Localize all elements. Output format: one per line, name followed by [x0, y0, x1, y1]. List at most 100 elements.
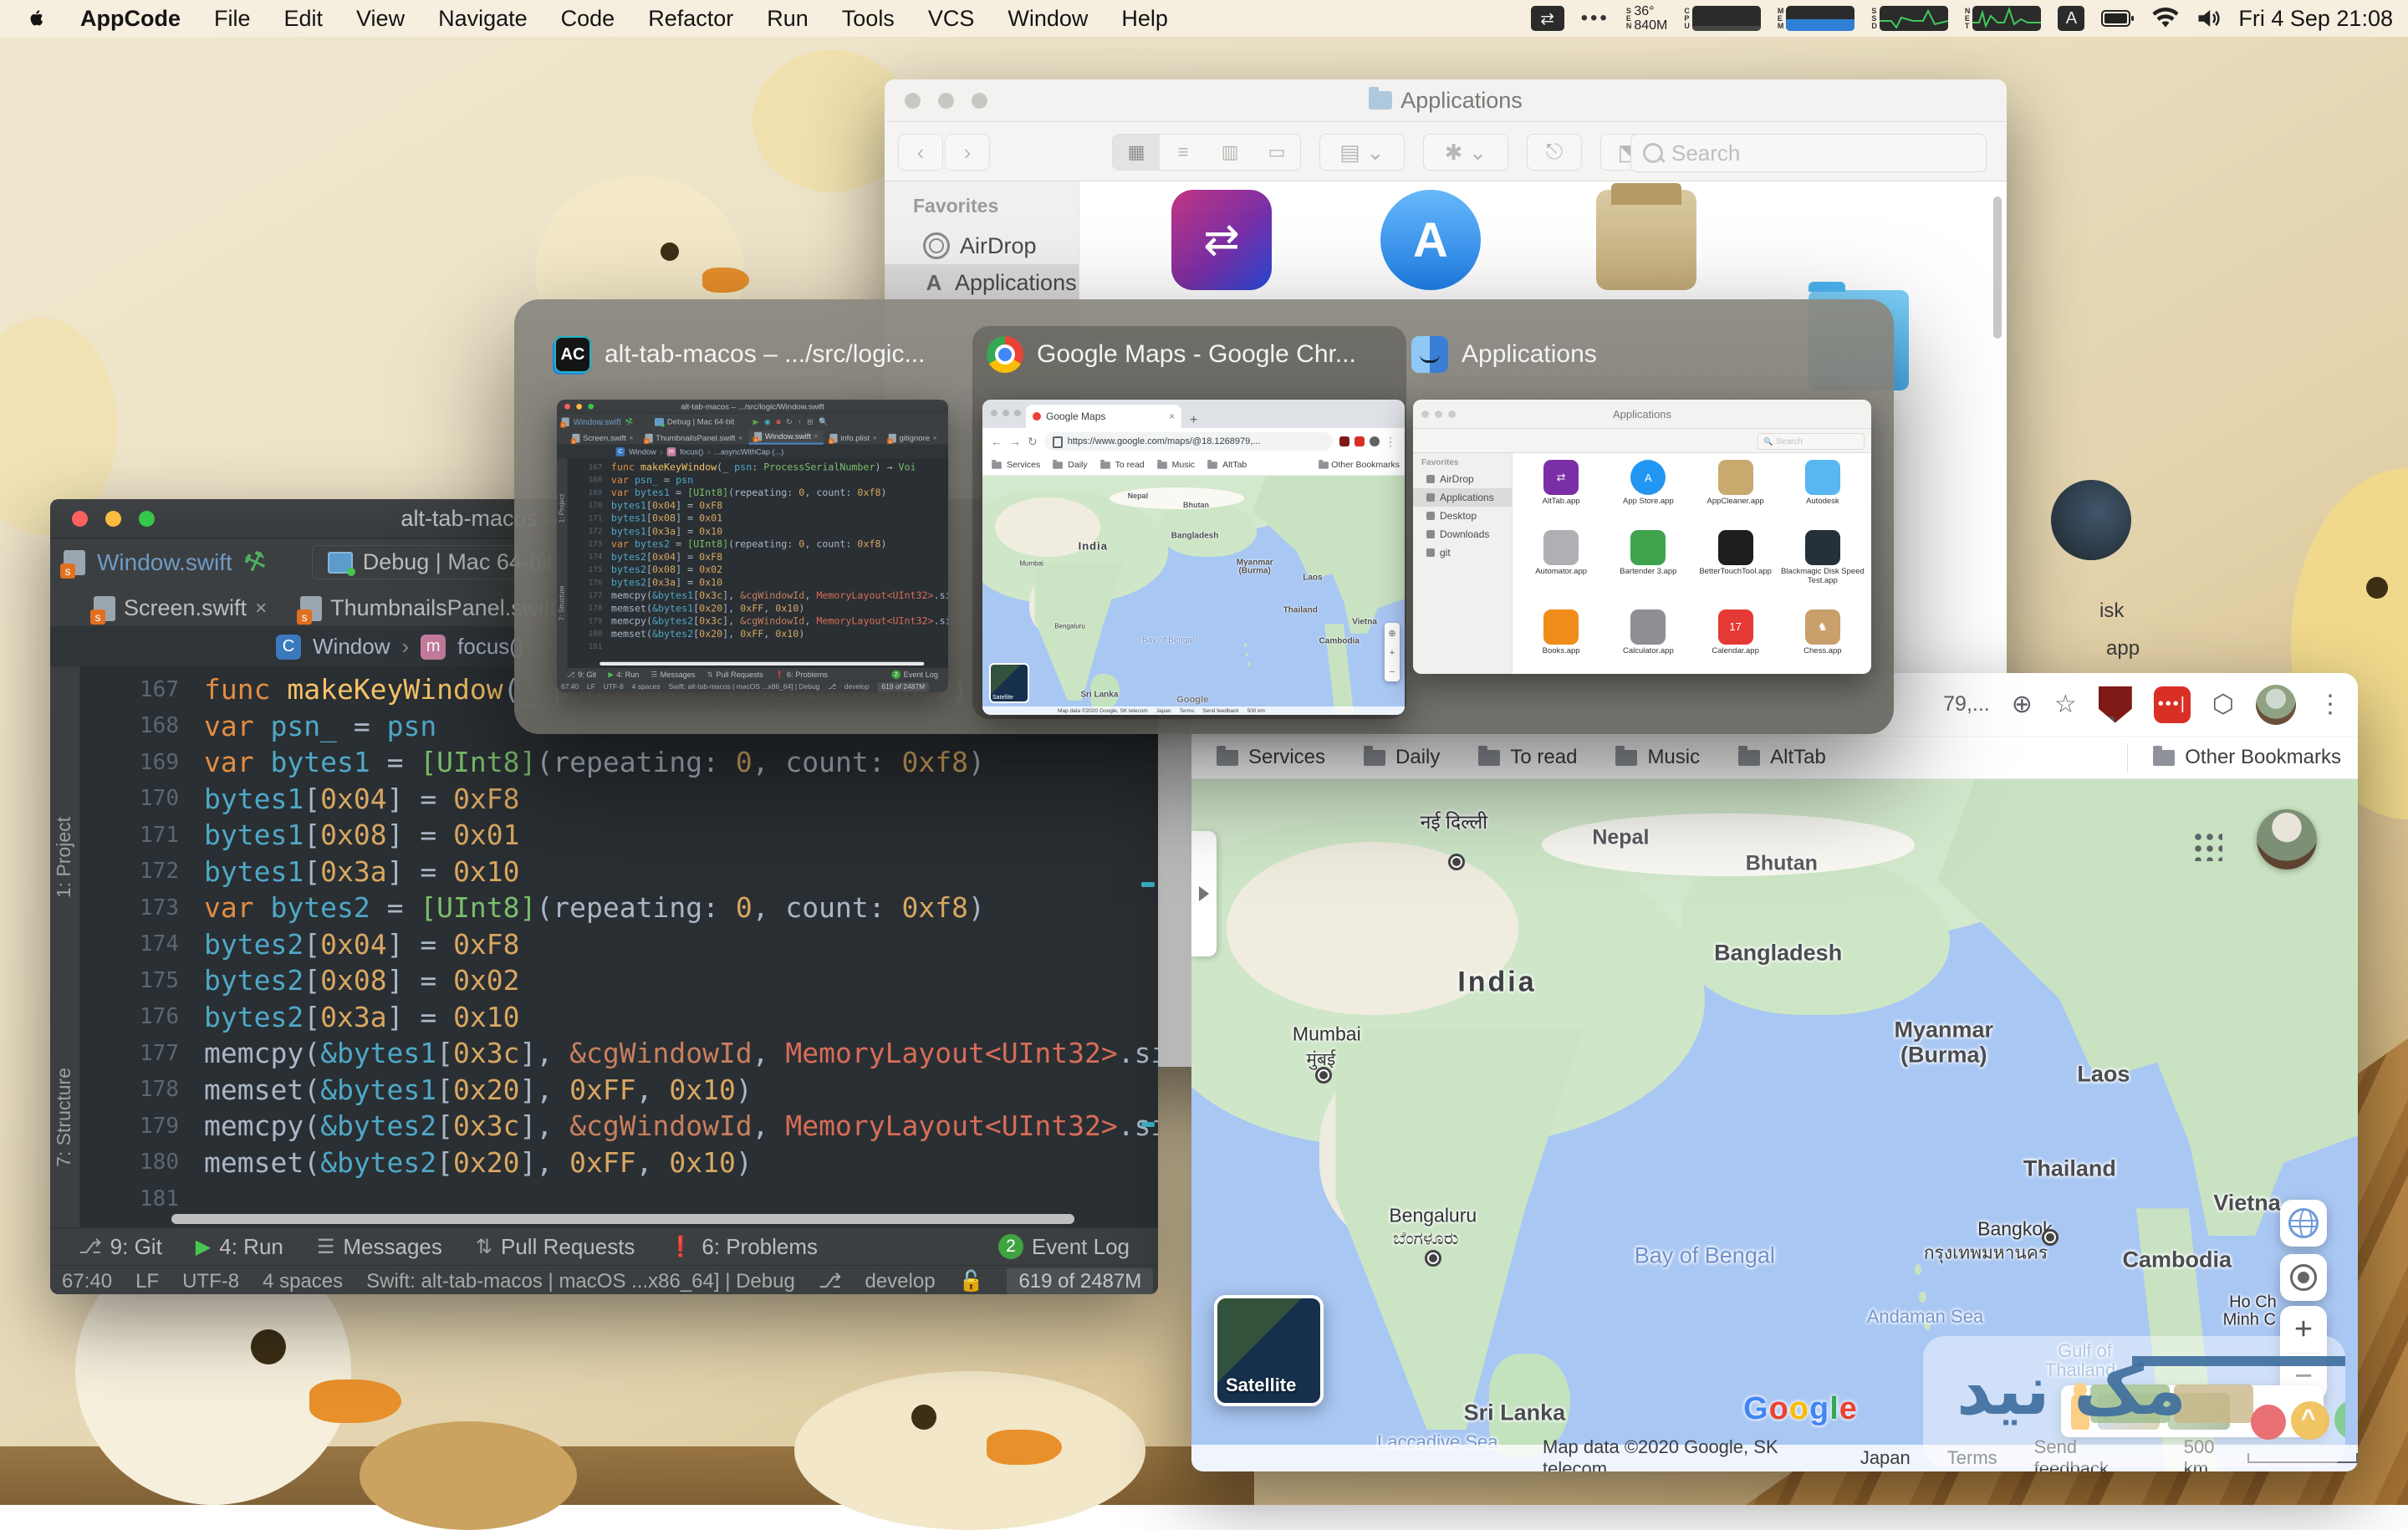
mini-app-alttab-app[interactable]: ⇄AltTab.app	[1518, 460, 1604, 525]
code-line[interactable]: 180memset(&bytes2[0x20], 0xFF, 0x10)	[568, 627, 948, 640]
code-line[interactable]: 178memset(&bytes1[0x20], 0xFF, 0x10)	[568, 602, 948, 615]
tool-button-event-log[interactable]: 2 Event Log	[987, 1234, 1141, 1260]
tab-thumbnailspanel-swift[interactable]: ThumbnailsPanel.swift×	[640, 431, 747, 444]
code-line[interactable]: 174bytes2[0x04] = 0xF8	[568, 550, 948, 563]
input-source-indicator[interactable]: A	[2058, 6, 2084, 31]
bookmark-folder-to-read[interactable]: To read	[1478, 746, 1577, 769]
scrollbar[interactable]	[1993, 196, 2002, 339]
my-location-button[interactable]	[2280, 1254, 2327, 1301]
menu-item-view[interactable]: View	[356, 6, 405, 32]
bartender-dots-icon[interactable]: •••	[1581, 7, 1610, 30]
tool-button-messages[interactable]: ☰Messages	[305, 1234, 454, 1260]
satellite-layer-toggle[interactable]: Satellite	[1214, 1295, 1324, 1406]
tool-button-structure[interactable]: 7: Structure	[53, 1068, 75, 1167]
mini-app-appcleaner-app[interactable]: AppCleaner.app	[1692, 460, 1779, 525]
bookmark-folder-mini[interactable]: Services	[991, 460, 1040, 470]
bookmark-folder-alttab[interactable]: AltTab	[1738, 746, 1826, 769]
close-icon[interactable]: ×	[814, 432, 818, 441]
tool-button-pull-requests[interactable]: ⇅Pull Requests	[464, 1234, 647, 1260]
code-line[interactable]: 177memcpy(&bytes1[0x3c], &cgWindowId, Me…	[80, 1035, 1158, 1072]
view-switcher[interactable]: ▦ ≡ ▥ ▭	[1112, 134, 1301, 171]
git-branch[interactable]: develop	[865, 1270, 935, 1293]
mini-app-calculator-app[interactable]: Calculator.app	[1604, 609, 1691, 674]
volume-icon[interactable]	[2196, 8, 2222, 29]
globe-view-button[interactable]	[2280, 1200, 2327, 1247]
code-line[interactable]: 170bytes1[0x04] = 0xF8	[80, 781, 1158, 818]
close-icon[interactable]: ×	[255, 597, 267, 620]
bookmark-star-icon[interactable]: ☆	[2054, 690, 2077, 719]
sidebar-item-airdrop[interactable]: AirDrop	[885, 227, 1079, 264]
indent-setting[interactable]: 4 spaces	[263, 1270, 343, 1293]
chrome-menu-icon[interactable]: ⋮	[2318, 690, 2343, 719]
code-line[interactable]: 171bytes1[0x08] = 0x01	[568, 512, 948, 524]
profile-avatar[interactable]	[2256, 685, 2296, 725]
code-line[interactable]: 180memset(&bytes2[0x20], 0xFF, 0x10)	[80, 1145, 1158, 1181]
bookmark-folder-mini[interactable]: Music	[1156, 460, 1195, 470]
finder-window-thumbnail[interactable]: Applications 🔍Search Favorites AirDropAp…	[1413, 400, 1871, 674]
finder-search-field[interactable]: Search	[1630, 134, 1987, 172]
close-icon[interactable]: ×	[933, 434, 937, 442]
action-gear-button[interactable]: ✱ ⌄	[1423, 134, 1508, 171]
forward-button[interactable]: ›	[945, 134, 990, 171]
alttab-menubar-icon[interactable]: ⇄	[1531, 6, 1564, 31]
line-separator[interactable]: LF	[135, 1270, 159, 1293]
chrome-window-thumbnail[interactable]: Google Maps × + ←→↻ https://www.google.c…	[982, 400, 1405, 715]
code-line[interactable]: 173var bytes2 = [UInt8](repeating: 0, co…	[568, 538, 948, 550]
menu-appcode[interactable]: AppCode	[80, 6, 181, 32]
code-line[interactable]: 172bytes1[0x3a] = 0x10	[568, 524, 948, 537]
appcode-window-thumbnail[interactable]: alt-tab-macos – .../src/logic/Window.swi…	[557, 400, 948, 692]
menu-item-tools[interactable]: Tools	[842, 6, 895, 32]
code-line[interactable]: 169var bytes1 = [UInt8](repeating: 0, co…	[80, 744, 1158, 781]
code-line[interactable]: 177memcpy(&bytes1[0x3c], &cgWindowId, Me…	[568, 589, 948, 601]
bookmark-folder-mini[interactable]: Daily	[1052, 460, 1087, 470]
mini-app-bettertouchtool-app[interactable]: BetterTouchTool.app	[1692, 530, 1779, 604]
lock-icon[interactable]: 🔓	[959, 1269, 984, 1293]
close-icon[interactable]: ×	[629, 434, 633, 442]
finder-titlebar[interactable]: Applications	[885, 79, 2007, 122]
share-button[interactable]: ⎋	[1527, 134, 1582, 171]
mini-sidebar-item-airdrop[interactable]: AirDrop	[1413, 470, 1512, 488]
tool-button-git[interactable]: ⎇9: Git	[67, 1234, 174, 1260]
mini-app-calendar-app[interactable]: 17Calendar.app	[1692, 609, 1779, 674]
code-line[interactable]: 179memcpy(&bytes2[0x3c], &cgWindowId, Me…	[80, 1108, 1158, 1145]
menu-item-refactor[interactable]: Refactor	[648, 6, 733, 32]
menu-item-code[interactable]: Code	[561, 6, 615, 32]
menu-item-navigate[interactable]: Navigate	[438, 6, 528, 32]
mini-app-bartender-3-app[interactable]: Bartender 3.app	[1604, 530, 1691, 604]
caret-position[interactable]: 67:40	[62, 1270, 112, 1293]
code-line[interactable]: 176bytes2[0x3a] = 0x10	[568, 576, 948, 589]
file-icon-appcleaner[interactable]	[1596, 190, 1696, 290]
code-line[interactable]: 170bytes1[0x04] = 0xF8	[568, 499, 948, 512]
disk-indicator[interactable]: SSD	[1871, 6, 1948, 31]
region-link[interactable]: Japan	[1860, 1447, 1911, 1469]
code-line[interactable]: 174bytes2[0x04] = 0xF8	[80, 926, 1158, 963]
code-line[interactable]: 179memcpy(&bytes2[0x3c], &cgWindowId, Me…	[568, 615, 948, 627]
mini-app-books-app[interactable]: Books.app	[1518, 609, 1604, 674]
bookmark-folder-music[interactable]: Music	[1615, 746, 1700, 769]
switcher-item-finder[interactable]: Applications	[1411, 336, 1597, 373]
code-editor[interactable]: 167func makeKeyWindow(_ psn: ProcessSeri…	[80, 666, 1158, 1227]
code-line[interactable]: 167func makeKeyWindow(_ psn: ProcessSeri…	[568, 461, 948, 473]
mini-sidebar-item-git[interactable]: git	[1413, 543, 1512, 562]
google-apps-grid-icon[interactable]	[2192, 831, 2222, 861]
code-line[interactable]: 169var bytes1 = [UInt8](repeating: 0, co…	[568, 486, 948, 498]
url-fragment[interactable]: 79,...	[1943, 692, 1990, 717]
file-icon-appstore[interactable]: A	[1380, 190, 1481, 290]
bookmark-folder-mini[interactable]: AltTab	[1207, 460, 1247, 470]
code-line[interactable]: 176bytes2[0x3a] = 0x10	[80, 999, 1158, 1036]
account-avatar[interactable]	[2257, 809, 2317, 870]
code-line[interactable]: 171bytes1[0x08] = 0x01	[80, 817, 1158, 854]
group-button[interactable]: ▤ ⌄	[1319, 134, 1405, 171]
file-icon-alttab[interactable]: ⇄	[1171, 190, 1272, 290]
encoding[interactable]: UTF-8	[182, 1270, 239, 1293]
code-line[interactable]: 173var bytes2 = [UInt8](repeating: 0, co…	[80, 890, 1158, 926]
memory-indicator[interactable]: 619 of 2487M	[1007, 1268, 1153, 1295]
apple-menu-icon[interactable]	[25, 6, 47, 31]
switcher-item-appcode[interactable]: AC alt-tab-macos – .../src/logic...	[554, 336, 925, 373]
menu-item-vcs[interactable]: VCS	[928, 6, 975, 32]
sensor-indicator[interactable]: SEN 36°840M	[1626, 4, 1668, 33]
menu-bar-clock[interactable]: Fri 4 Sep 21:08	[2238, 6, 2393, 32]
code-line[interactable]: 175bytes2[0x08] = 0x02	[568, 564, 948, 576]
bookmark-folder-services[interactable]: Services	[1217, 746, 1325, 769]
sidebar-expand-button[interactable]	[1191, 831, 1217, 956]
